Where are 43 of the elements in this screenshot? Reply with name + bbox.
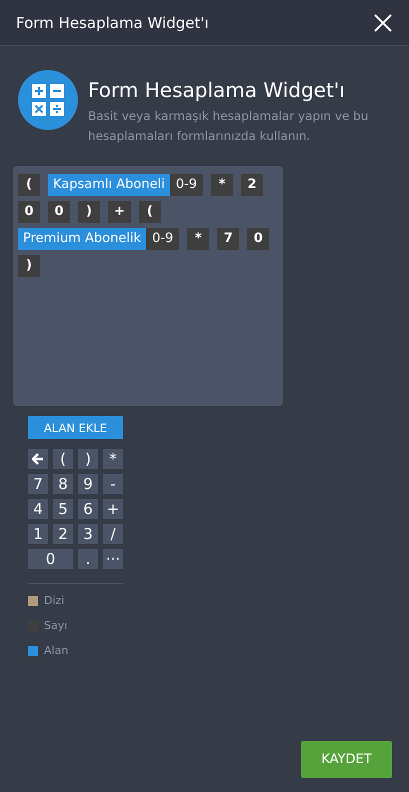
keypad-key[interactable]: 7 bbox=[28, 474, 48, 494]
legend-label: Dizi bbox=[44, 594, 64, 607]
legend-label: Alan bbox=[44, 644, 68, 657]
keypad-key[interactable]: + bbox=[103, 499, 123, 519]
formula-token[interactable]: 2 bbox=[241, 174, 264, 196]
formula-token[interactable]: 0 bbox=[18, 201, 40, 223]
keypad-key[interactable]: . bbox=[78, 549, 98, 569]
backspace-key[interactable] bbox=[28, 449, 48, 469]
back-arrow-icon bbox=[32, 453, 44, 465]
widget-description: Basit veya karmaşık hesaplamalar yapın ve bu hesaplamaları formlarınızda kullanın. bbox=[88, 108, 370, 145]
formula-editor[interactable]: ( Kapsamlı Aboneli 0-9 * 2 0 0 ) + ( Premium Abonelik 0-9 * 7 0 ) bbox=[13, 166, 283, 406]
keypad-key[interactable]: 5 bbox=[53, 499, 73, 519]
widget-title: Form Hesaplama Widget'ı bbox=[88, 78, 346, 102]
formula-token[interactable]: 0 bbox=[48, 201, 70, 223]
keypad-key[interactable]: 0 bbox=[28, 549, 73, 569]
calculator-icon bbox=[18, 70, 78, 130]
close-icon[interactable] bbox=[374, 14, 392, 32]
window-title: Form Hesaplama Widget'ı bbox=[16, 14, 209, 32]
formula-token[interactable]: ( bbox=[138, 201, 161, 223]
formula-token[interactable]: * bbox=[211, 174, 234, 196]
keypad-key[interactable]: / bbox=[103, 524, 123, 544]
formula-token[interactable]: * bbox=[187, 228, 210, 250]
formula-token[interactable]: 0 bbox=[247, 228, 270, 250]
formula-token[interactable]: 7 bbox=[217, 228, 240, 250]
formula-token[interactable]: + bbox=[108, 201, 131, 223]
keypad-key[interactable]: ) bbox=[78, 449, 98, 469]
keypad-key[interactable]: 1 bbox=[28, 524, 48, 544]
formula-token[interactable]: ( bbox=[18, 174, 40, 196]
keypad-key[interactable]: 8 bbox=[53, 474, 73, 494]
keypad-key[interactable]: 2 bbox=[53, 524, 73, 544]
keypad-key[interactable]: 3 bbox=[78, 524, 98, 544]
formula-token[interactable]: 0-9 bbox=[170, 174, 204, 196]
formula-token[interactable]: 0-9 bbox=[146, 228, 180, 250]
legend-label: Sayı bbox=[44, 619, 68, 632]
formula-token[interactable]: ) bbox=[18, 255, 40, 277]
keypad-key[interactable]: ··· bbox=[103, 549, 123, 569]
keypad-key[interactable]: * bbox=[103, 449, 123, 469]
formula-token[interactable]: ) bbox=[78, 201, 100, 223]
keypad-key[interactable]: ( bbox=[53, 449, 73, 469]
keypad-key[interactable]: 9 bbox=[78, 474, 98, 494]
keypad-key[interactable]: 6 bbox=[78, 499, 98, 519]
keypad-key[interactable]: - bbox=[103, 474, 123, 494]
keypad-key[interactable]: 4 bbox=[28, 499, 48, 519]
